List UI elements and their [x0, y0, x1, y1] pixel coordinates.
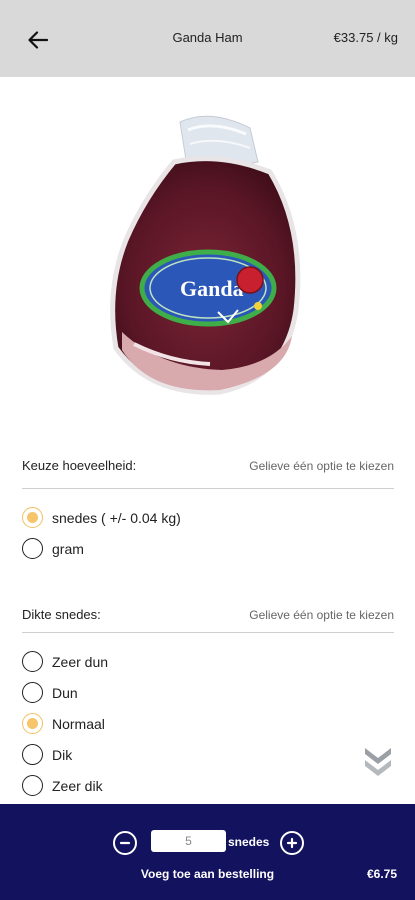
option-zeer-dik[interactable]: Zeer dik: [22, 775, 103, 796]
option-label: Zeer dik: [52, 777, 103, 794]
option-label: Dik: [52, 746, 73, 763]
product-label-text: Ganda: [180, 276, 244, 301]
thickness-section-label: Dikte snedes:: [22, 607, 101, 622]
radio-unselected[interactable]: [22, 775, 43, 796]
radio-unselected[interactable]: [22, 682, 43, 703]
quantity-input[interactable]: [151, 830, 226, 852]
radio-selected[interactable]: [22, 713, 43, 734]
divider: [22, 488, 394, 489]
radio-unselected[interactable]: [22, 538, 43, 559]
top-header: Ganda Ham €33.75 / kg: [0, 0, 415, 77]
price-per-kg: €33.75 / kg: [333, 30, 398, 45]
option-label: snedes ( +/- 0.04 kg): [52, 509, 181, 526]
total-price: €6.75: [366, 867, 397, 881]
add-to-order-button[interactable]: Voeg toe aan bestelling: [0, 867, 415, 881]
radio-unselected[interactable]: [22, 744, 43, 765]
decrease-quantity-button[interactable]: [113, 831, 137, 855]
bottom-order-bar: [0, 804, 415, 900]
quantity-section-label: Keuze hoeveelheid:: [22, 458, 137, 473]
back-button[interactable]: [24, 26, 52, 54]
option-dik[interactable]: Dik: [22, 744, 72, 765]
quantity-section-header: Keuze hoeveelheid: Gelieve één optie te …: [22, 458, 394, 473]
plus-circle-icon: [286, 837, 298, 849]
option-label: Dun: [52, 684, 78, 701]
option-label: Zeer dun: [52, 653, 109, 670]
quantity-unit-label: snedes: [228, 835, 270, 849]
thickness-section-header: Dikte snedes: Gelieve één optie te kieze…: [22, 607, 394, 622]
option-label: Normaal: [52, 715, 105, 732]
divider: [22, 632, 394, 633]
minus-circle-icon: [119, 841, 131, 845]
option-dun[interactable]: Dun: [22, 682, 78, 703]
option-gram[interactable]: gram: [22, 538, 84, 559]
option-zeer-dun[interactable]: Zeer dun: [22, 651, 108, 672]
radio-unselected[interactable]: [22, 651, 43, 672]
scroll-down-button[interactable]: [362, 744, 394, 780]
quantity-section-hint: Gelieve één optie te kiezen: [249, 459, 394, 473]
increase-quantity-button[interactable]: [280, 831, 304, 855]
arrow-left-icon: [28, 31, 48, 49]
thickness-section-hint: Gelieve één optie te kiezen: [249, 608, 394, 622]
product-image: Ganda: [110, 115, 301, 395]
option-label: gram: [52, 540, 84, 557]
option-normaal[interactable]: Normaal: [22, 713, 105, 734]
radio-selected[interactable]: [22, 507, 43, 528]
option-snedes[interactable]: snedes ( +/- 0.04 kg): [22, 507, 181, 528]
double-chevron-down-icon: [365, 748, 391, 776]
